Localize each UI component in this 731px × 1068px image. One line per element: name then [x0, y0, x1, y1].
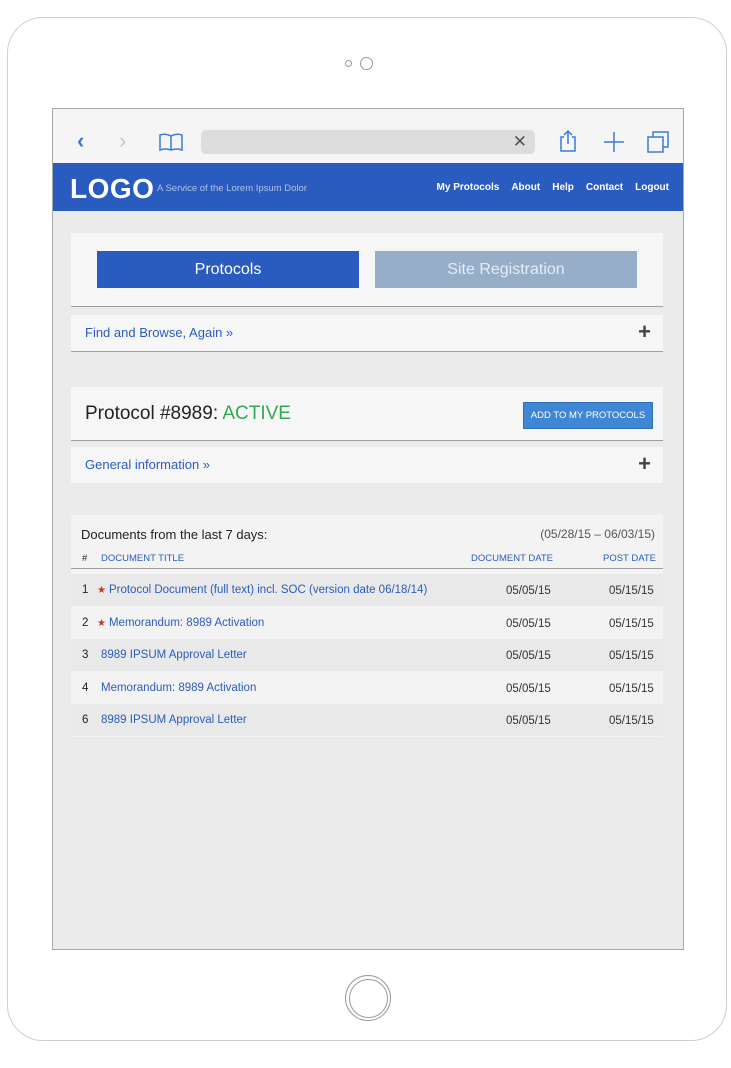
nav-help[interactable]: Help [552, 182, 574, 193]
documents-heading: Documents from the last 7 days: [81, 527, 268, 542]
post-date: 05/15/15 [609, 715, 654, 727]
star-icon: ★ [97, 617, 106, 629]
sensor-icon [345, 60, 352, 67]
new-tab-icon[interactable] [603, 131, 625, 153]
camera-icon [360, 57, 373, 70]
home-button[interactable] [345, 975, 391, 1021]
tab-panel: Protocols Site Registration [71, 233, 663, 307]
screen: ‹ › ✕ LOGO A Service of the Lorem Ipsum … [52, 108, 684, 950]
tab-site-registration[interactable]: Site Registration [375, 251, 637, 288]
document-date: 05/05/15 [506, 682, 551, 695]
general-information-link[interactable]: General information » [85, 457, 210, 472]
nav-about[interactable]: About [511, 182, 540, 193]
expand-plus-icon[interactable]: + [638, 319, 651, 345]
post-date: 05/15/15 [609, 682, 654, 695]
table-row[interactable]: 3 8989 IPSUM Approval Letter 05/05/15 05/15… [71, 639, 663, 671]
document-date: 05/05/15 [506, 715, 551, 727]
site-header: LOGO A Service of the Lorem Ipsum Dolor … [53, 163, 683, 211]
expand-plus-icon[interactable]: + [638, 451, 651, 477]
row-number: 4 [82, 681, 89, 694]
nav-logout[interactable]: Logout [635, 182, 669, 193]
browser-toolbar: ‹ › ✕ [53, 109, 683, 163]
table-row[interactable]: 2 ★ Memorandum: 8989 Activation 05/05/15 05/… [71, 607, 663, 639]
clear-url-icon[interactable]: ✕ [513, 132, 527, 152]
tabs-icon[interactable] [647, 131, 669, 153]
post-date: 05/15/15 [609, 585, 654, 597]
post-date: 05/15/15 [609, 650, 654, 662]
add-to-my-protocols-button[interactable]: ADD TO MY PROTOCOLS [523, 402, 653, 429]
tab-protocols[interactable]: Protocols [97, 251, 359, 288]
protocol-title: Protocol #8989: ACTIVE [85, 403, 291, 425]
address-bar[interactable]: ✕ [201, 130, 535, 154]
column-header-num: # [82, 553, 88, 564]
row-number: 3 [82, 649, 89, 661]
post-date: 05/15/15 [609, 617, 654, 630]
protocol-number: Protocol #8989: [85, 403, 223, 424]
header-divider [71, 568, 663, 569]
document-title-link[interactable]: ★ Protocol Document (full text) incl. SOC… [97, 584, 427, 596]
document-date: 05/05/15 [506, 585, 551, 597]
protocol-header: Protocol #8989: ACTIVE ADD TO MY PROTOCO… [71, 387, 663, 441]
protocol-status: ACTIVE [222, 403, 291, 424]
document-title-link[interactable]: Memorandum: 8989 Activation [101, 682, 256, 694]
document-date: 05/05/15 [506, 650, 551, 662]
row-number: 6 [82, 714, 89, 726]
document-title-link[interactable]: ★ Memorandum: 8989 Activation [97, 617, 264, 629]
forward-icon[interactable]: › [119, 130, 126, 152]
documents-date-range: (05/28/15 – 06/03/15) [540, 527, 655, 541]
tagline: A Service of the Lorem Ipsum Dolor [157, 183, 307, 194]
general-information-bar[interactable]: General information » + [71, 447, 663, 483]
column-header-title[interactable]: DOCUMENT TITLE [101, 553, 184, 564]
document-date: 05/05/15 [506, 617, 551, 630]
star-icon: ★ [97, 585, 106, 596]
column-header-post[interactable]: POST DATE [603, 553, 656, 564]
top-nav: My Protocols About Help Contact Logout [437, 182, 669, 193]
row-number: 1 [82, 584, 89, 596]
table-row[interactable]: 1 ★ Protocol Document (full text) incl. SO… [71, 574, 663, 606]
document-title-link[interactable]: 8989 IPSUM Approval Letter [101, 714, 247, 726]
logo[interactable]: LOGO [70, 173, 154, 205]
documents-panel: Documents from the last 7 days: (05/28/1… [71, 515, 663, 737]
find-browse-link[interactable]: Find and Browse, Again » [85, 325, 233, 340]
table-row[interactable]: 4 Memorandum: 8989 Activation 05/05/15 05/1… [71, 672, 663, 704]
nav-my-protocols[interactable]: My Protocols [437, 182, 500, 193]
document-title-link[interactable]: 8989 IPSUM Approval Letter [101, 649, 247, 661]
nav-contact[interactable]: Contact [586, 182, 623, 193]
find-browse-bar[interactable]: Find and Browse, Again » + [71, 315, 663, 352]
back-icon[interactable]: ‹ [77, 130, 84, 152]
column-header-date[interactable]: DOCUMENT DATE [471, 553, 553, 564]
share-icon[interactable] [559, 129, 577, 153]
row-number: 2 [82, 616, 89, 629]
bookmarks-icon[interactable] [159, 133, 183, 151]
table-row[interactable]: 6 8989 IPSUM Approval Letter 05/05/15 05/15… [71, 704, 663, 736]
